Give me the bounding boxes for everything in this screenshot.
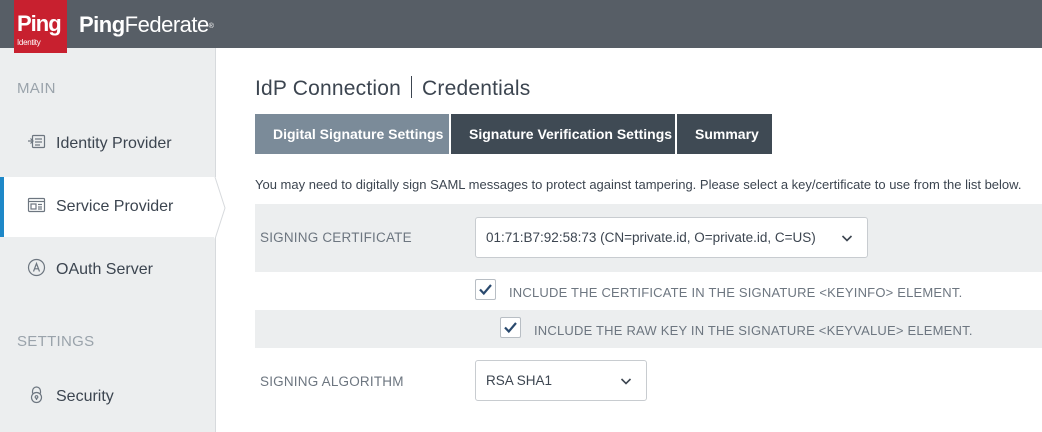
active-item-pointer (214, 177, 226, 239)
signing-algorithm-row: SIGNING ALGORITHM RSA SHA1 (255, 348, 1042, 416)
signing-algorithm-label: SIGNING ALGORITHM (260, 374, 404, 389)
page-title: IdP Connection Credentials (255, 76, 530, 101)
logo-word: Ping (17, 11, 62, 36)
trademark-symbol: ® (208, 23, 214, 30)
signing-algorithm-select[interactable]: RSA SHA1 (475, 360, 647, 401)
sidebar-item-identity-provider[interactable]: Identity Provider (0, 114, 216, 174)
include-raw-key-checkbox[interactable] (500, 317, 521, 338)
logo-subtext: Identity (17, 38, 41, 47)
page-title-primary: IdP Connection (255, 77, 402, 100)
sidebar: MAIN Identity Provider Service Provider (0, 48, 216, 432)
tab-signature-verification-settings[interactable]: Signature Verification Settings (451, 114, 675, 154)
sidebar-section-main: MAIN (17, 80, 56, 97)
signing-certificate-value: 01:71:B7:92:58:73 (CN=private.id, O=priv… (486, 230, 816, 245)
sidebar-item-service-provider[interactable]: Service Provider (0, 177, 216, 237)
signing-certificate-row: SIGNING CERTIFICATE 01:71:B7:92:58:73 (C… (255, 204, 1042, 272)
title-separator (411, 76, 413, 98)
oauth-server-icon (27, 258, 47, 278)
chevron-down-icon (841, 235, 853, 242)
include-certificate-row: INCLUDE THE CERTIFICATE IN THE SIGNATURE… (255, 272, 1042, 310)
sidebar-item-label: OAuth Server (56, 261, 153, 278)
ping-identity-logo[interactable]: Ping Identity (14, 0, 67, 53)
app-title-ping: Ping (79, 12, 125, 37)
service-provider-icon (27, 195, 47, 215)
wizard-tabs: Digital Signature Settings Signature Ver… (255, 114, 774, 154)
intro-text: You may need to digitally sign SAML mess… (255, 177, 1022, 192)
signing-algorithm-value: RSA SHA1 (486, 373, 553, 388)
sidebar-item-label: Security (56, 388, 114, 405)
include-certificate-label: INCLUDE THE CERTIFICATE IN THE SIGNATURE… (509, 285, 963, 300)
tab-summary[interactable]: Summary (677, 114, 772, 154)
checkmark-icon (504, 322, 517, 334)
top-header-bar: PingFederate® (0, 0, 1042, 48)
sidebar-item-security[interactable]: Security (0, 367, 216, 427)
include-raw-key-label: INCLUDE THE RAW KEY IN THE SIGNATURE <KE… (534, 323, 973, 338)
signing-certificate-select[interactable]: 01:71:B7:92:58:73 (CN=private.id, O=priv… (475, 217, 868, 258)
tab-digital-signature-settings[interactable]: Digital Signature Settings (255, 114, 449, 154)
sidebar-section-settings: SETTINGS (17, 333, 95, 350)
include-certificate-checkbox[interactable] (475, 279, 496, 300)
app-title: PingFederate® (79, 12, 214, 38)
include-raw-key-row: INCLUDE THE RAW KEY IN THE SIGNATURE <KE… (255, 310, 1042, 348)
identity-provider-icon (27, 132, 47, 152)
app-title-federate: Federate (124, 12, 210, 37)
page-title-secondary: Credentials (422, 77, 531, 100)
sidebar-item-oauth-server[interactable]: OAuth Server (0, 240, 216, 300)
sidebar-item-label: Identity Provider (56, 135, 172, 152)
signing-certificate-label: SIGNING CERTIFICATE (260, 230, 412, 245)
lock-icon (27, 385, 47, 405)
sidebar-item-label: Service Provider (56, 198, 174, 215)
chevron-down-icon (620, 378, 632, 385)
checkmark-icon (479, 284, 492, 296)
